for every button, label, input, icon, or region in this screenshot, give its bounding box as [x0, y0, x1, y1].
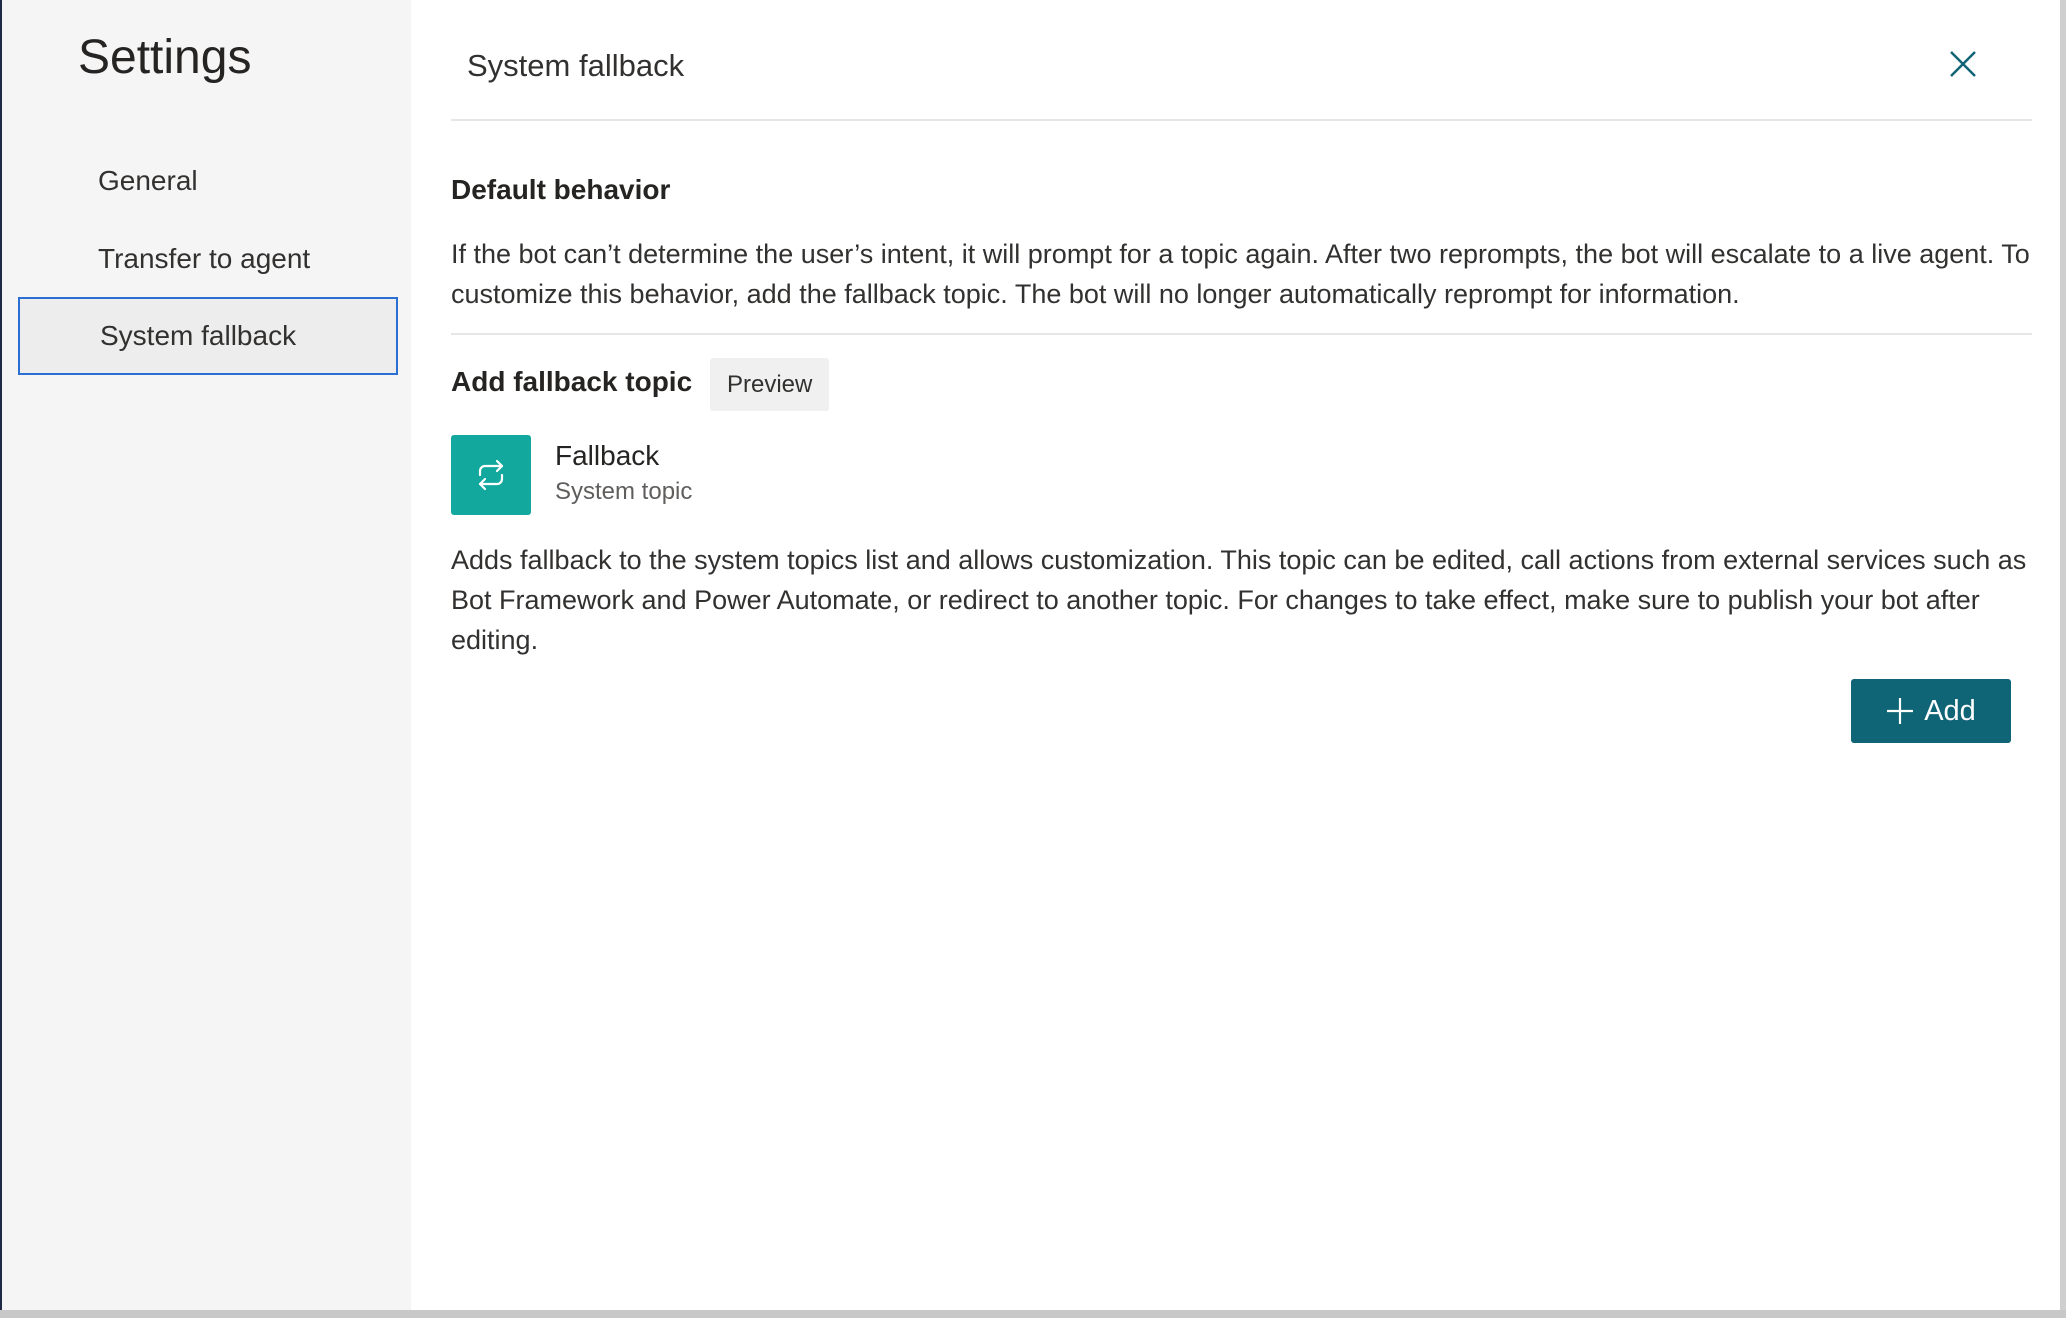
settings-dialog: Settings General Transfer to agent Syste… — [0, 0, 2066, 1318]
default-behavior-heading: Default behavior — [451, 174, 671, 205]
sidebar-item-label: General — [98, 165, 198, 196]
close-button[interactable] — [1941, 42, 1985, 86]
add-button[interactable]: Add — [1851, 679, 2011, 743]
preview-badge: Preview — [710, 358, 830, 411]
fallback-topic-heading: Add fallback topic — [451, 366, 693, 397]
fallback-topic-description: Adds fallback to the system topics list … — [451, 545, 2027, 655]
topic-type: System topic — [555, 478, 693, 505]
fallback-topic-tile — [451, 435, 531, 515]
plus-icon — [1887, 698, 1914, 724]
settings-main-panel: System fallback Default behavior If the … — [411, 0, 2066, 1310]
sidebar-item-label: System fallback — [100, 320, 297, 351]
sidebar-item-system-fallback[interactable]: System fallback — [18, 297, 398, 375]
window-bottom-edge — [0, 1310, 2066, 1318]
sidebar-item-general[interactable]: General — [18, 142, 398, 220]
close-icon — [1950, 51, 1976, 77]
sidebar-item-transfer-to-agent[interactable]: Transfer to agent — [18, 220, 398, 298]
add-button-label: Add — [1924, 694, 1976, 727]
window-right-edge — [2060, 0, 2066, 1318]
header-divider — [451, 119, 2032, 121]
section-divider — [451, 333, 2032, 335]
topic-name: Fallback — [555, 440, 660, 471]
refresh-icon — [478, 459, 504, 491]
default-behavior-text: If the bot can’t determine the user’s in… — [451, 239, 2030, 309]
settings-sidebar: Settings General Transfer to agent Syste… — [0, 0, 411, 1310]
sidebar-title: Settings — [78, 31, 252, 84]
page-title: System fallback — [467, 48, 685, 83]
sidebar-item-label: Transfer to agent — [98, 243, 311, 274]
